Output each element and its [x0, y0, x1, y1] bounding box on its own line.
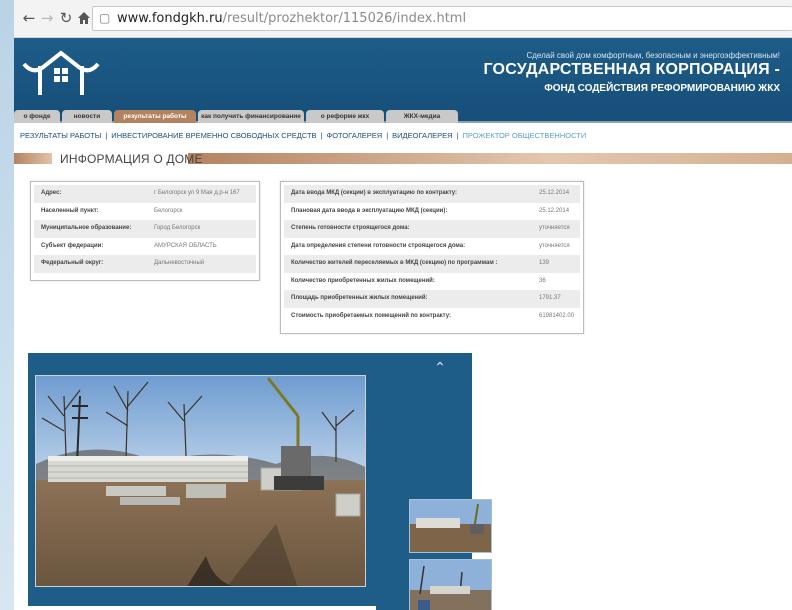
page-icon: ▢: [99, 11, 111, 25]
table-row: Субъект федерации: АМУРСКАЯ ОБЛАСТЬ: [34, 238, 256, 256]
table-row: Дата ввода МКД (секции) в эксплуатацию п…: [284, 185, 580, 203]
row-key: Количество жителей переселяемых в МКД (с…: [291, 260, 498, 266]
tab-news[interactable]: новости: [62, 110, 112, 123]
subnav-public-spotlight[interactable]: ПРОЖЕКТОР ОБЩЕСТВЕННОСТИ: [463, 131, 587, 140]
row-key: Стоимость приобретаемых помещений по кон…: [291, 312, 452, 319]
table-row: Муниципальное образование: Город Белогорс…: [34, 220, 256, 238]
tab-results[interactable]: результаты работы: [114, 110, 196, 123]
row-key: Населенный пункт:: [41, 207, 99, 214]
row-value: 25.12.2014: [539, 207, 570, 214]
subnav-separator: |: [386, 131, 389, 140]
row-key: Дата ввода МКД (секции) в эксплуатацию п…: [291, 190, 458, 196]
header-slogan: Сделай свой дом комфортным, безопасным и…: [526, 51, 780, 60]
header-title: ГОСУДАРСТВЕННАЯ КОРПОРАЦИЯ -: [483, 61, 780, 78]
section-title: ИНФОРМАЦИЯ О ДОМЕ: [60, 152, 203, 166]
table-row: Адрес: г Белогорск ул 9 Мая д.р-н 167: [34, 185, 256, 203]
row-key: Муниципальное образование:: [41, 225, 132, 231]
row-value: Белогорск: [154, 207, 183, 214]
house-info-table: Дата ввода МКД (секции) в эксплуатацию п…: [280, 181, 584, 334]
row-value: Город Белогорск: [154, 225, 201, 231]
tab-media[interactable]: ЖКХ-медиа: [386, 110, 458, 123]
subnav-separator: |: [320, 131, 323, 140]
row-key: Площадь приобретенных жилых помещений:: [291, 295, 428, 301]
row-value: 1791.37: [539, 295, 561, 301]
home-icon[interactable]: [75, 9, 93, 27]
row-value: АМУРСКАЯ ОБЛАСТЬ: [154, 242, 217, 249]
site-header: Сделай свой дом комфортным, безопасным и…: [14, 38, 792, 110]
subnav-photo-gallery[interactable]: ФОТОГАЛЕРЕЯ: [327, 131, 383, 140]
table-row: Федеральный округ: Дальневосточный: [34, 255, 256, 273]
subnav-investing[interactable]: ИНВЕСТИРОВАНИЕ ВРЕМЕННО СВОБОДНЫХ СРЕДСТ…: [111, 131, 316, 140]
table-row: Дата определения степени готовности стро…: [284, 238, 580, 256]
address-info-table: Адрес: г Белогорск ул 9 Мая д.р-н 167 Нас…: [30, 181, 260, 281]
row-value: 139: [539, 260, 550, 266]
arrow-right-icon[interactable]: →: [38, 9, 56, 27]
url-host: www.fondgkh.ru: [117, 11, 223, 26]
subnav-separator: |: [105, 131, 108, 140]
table-row: Количество приобретенных жилых помещений…: [284, 273, 580, 291]
photo-caption-area: [28, 606, 376, 610]
url-text: www.fondgkh.ru/result/prozhektor/115026/…: [117, 7, 466, 30]
tab-about-fund[interactable]: о фонде: [14, 110, 60, 123]
subnav-separator: |: [456, 131, 459, 140]
divider-left: [14, 153, 52, 164]
browser-window: ← → ↻ ▢ www.fondgkh.ru/result/prozhektor…: [14, 0, 792, 610]
row-key: Федеральный округ:: [41, 260, 104, 266]
tab-reform[interactable]: о реформе жкх: [306, 110, 384, 123]
fund-logo[interactable]: [20, 48, 102, 98]
arrow-left-icon[interactable]: ←: [20, 9, 38, 27]
main-tabs: о фонде новости результаты работы как по…: [14, 110, 792, 123]
row-key: Количество приобретенных жилых помещений…: [291, 277, 435, 284]
gallery-thumbnail[interactable]: [409, 499, 492, 553]
address-bar[interactable]: ▢ www.fondgkh.ru/result/prozhektor/11502…: [92, 6, 792, 31]
url-path: /result/prozhektor/115026/index.html: [222, 11, 467, 26]
row-key: Субъект федерации:: [41, 242, 104, 249]
row-value: Дальневосточный: [154, 260, 205, 266]
table-row: Плановая дата ввода в эксплуатацию МКД (…: [284, 203, 580, 221]
header-subtitle: ФОНД СОДЕЙСТВИЯ РЕФОРМИРОВАНИЮ ЖКХ: [544, 83, 780, 94]
reload-icon[interactable]: ↻: [57, 9, 75, 27]
row-key: Дата определения степени готовности стро…: [291, 242, 466, 249]
row-value: уточняется: [539, 242, 570, 249]
photo-gallery: ⌃: [28, 353, 492, 610]
row-value: 36: [539, 277, 546, 284]
table-row: Площадь приобретенных жилых помещений: 17…: [284, 290, 580, 308]
main-photo[interactable]: [35, 375, 366, 587]
row-value: уточняется: [539, 225, 570, 231]
subnav-video-gallery[interactable]: ВИДЕОГАЛЕРЕЯ: [392, 131, 452, 140]
row-key: Адрес:: [41, 190, 62, 196]
row-key: Плановая дата ввода в эксплуатацию МКД (…: [291, 207, 448, 214]
table-row: Населенный пункт: Белогорск: [34, 203, 256, 221]
gallery-thumbnail[interactable]: [409, 559, 492, 610]
row-value: 25.12.2014: [539, 190, 570, 196]
row-value: г Белогорск ул 9 Мая д.р-н 167: [154, 190, 240, 196]
row-key: Степень готовности строящегося дома:: [291, 225, 410, 231]
sub-navigation: РЕЗУЛЬТАТЫ РАБОТЫ | ИНВЕСТИРОВАНИЕ ВРЕМЕНН…: [20, 130, 586, 142]
browser-toolbar: ← → ↻ ▢ www.fondgkh.ru/result/prozhektor…: [14, 0, 792, 38]
table-row: Количество жителей переселяемых в МКД (с…: [284, 255, 580, 273]
chevron-up-icon[interactable]: ⌃: [432, 360, 448, 376]
table-row: Степень готовности строящегося дома: уточ…: [284, 220, 580, 238]
subnav-results[interactable]: РЕЗУЛЬТАТЫ РАБОТЫ: [20, 131, 101, 140]
table-row: Стоимость приобретаемых помещений по кон…: [284, 308, 580, 326]
row-value: 61981402.00: [539, 312, 575, 319]
tab-financing[interactable]: как получить финансирование: [198, 110, 304, 123]
divider-right: [188, 153, 792, 164]
